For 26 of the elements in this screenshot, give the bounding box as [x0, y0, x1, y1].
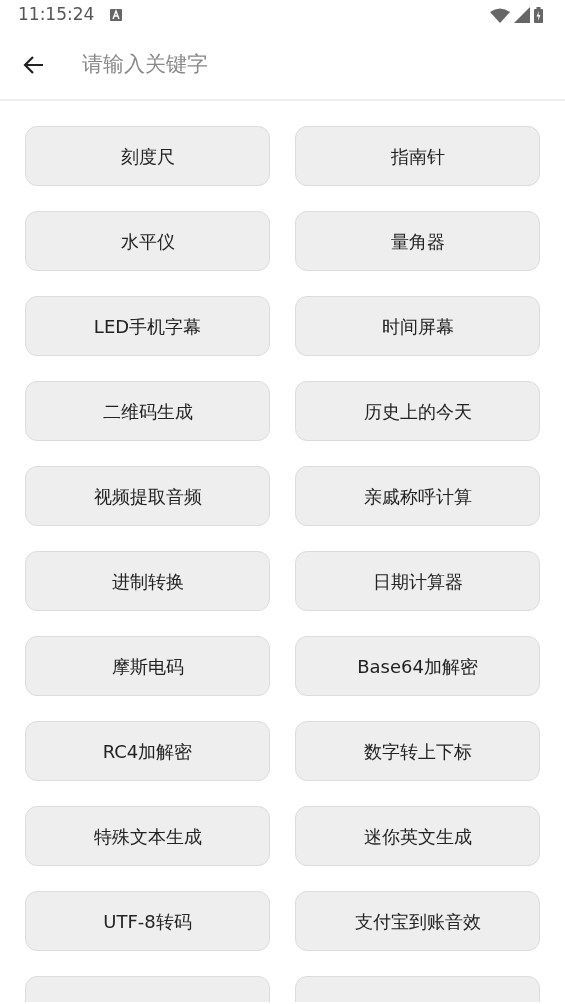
- tool-button[interactable]: 水平仪: [25, 211, 270, 271]
- tool-button[interactable]: 亲戚称呼计算: [295, 466, 540, 526]
- clock: 11:15:24: [18, 3, 95, 27]
- tool-button[interactable]: 刻度尺: [25, 126, 270, 186]
- tool-button[interactable]: 视频提取音频: [25, 466, 270, 526]
- tool-button[interactable]: 日期计算器: [295, 551, 540, 611]
- tool-button[interactable]: UTF-8转码: [25, 891, 270, 951]
- tool-button[interactable]: 历史上的今天: [295, 381, 540, 441]
- tool-button[interactable]: 特殊文本生成: [25, 806, 270, 866]
- battery-icon: [534, 7, 543, 23]
- wifi-icon: [490, 7, 510, 23]
- tool-button[interactable]: 二维码生成: [25, 381, 270, 441]
- signal-icon: [514, 7, 530, 23]
- search-field[interactable]: 请输入关键字: [80, 47, 480, 82]
- tool-button[interactable]: 指南针: [295, 126, 540, 186]
- keyboard-icon: [110, 9, 123, 21]
- tool-button[interactable]: 迷你英文生成: [295, 806, 540, 866]
- tool-button[interactable]: 数字转上下标: [295, 721, 540, 781]
- tool-button[interactable]: 时间屏幕: [295, 296, 540, 356]
- tool-button[interactable]: 支付宝到账音效: [295, 891, 540, 951]
- tool-button[interactable]: 进制转换: [25, 551, 270, 611]
- tool-button[interactable]: Base64加解密: [295, 636, 540, 696]
- tool-button[interactable]: 摩斯电码: [25, 636, 270, 696]
- tool-button[interactable]: 量角器: [295, 211, 540, 271]
- tool-button[interactable]: LED手机字幕: [25, 296, 270, 356]
- tool-button[interactable]: RC4加解密: [25, 721, 270, 781]
